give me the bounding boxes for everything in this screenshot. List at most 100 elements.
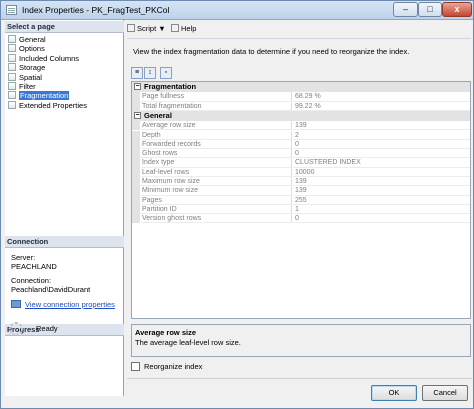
property-name: Minimum row size: [141, 186, 292, 196]
select-page-heading: Select a page: [5, 21, 124, 33]
property-row[interactable]: Version ghost rows 0: [132, 214, 470, 224]
connection-properties-icon: [11, 300, 21, 308]
connection-heading: Connection: [5, 236, 124, 248]
page-item-included-columns[interactable]: Included Columns: [8, 53, 123, 63]
property-name: Ghost rows: [141, 149, 292, 159]
property-value: CLUSTERED INDEX: [293, 158, 470, 168]
script-dropdown-icon[interactable]: ▼: [158, 24, 165, 33]
property-value: 255: [293, 196, 470, 205]
page-icon: [8, 91, 16, 100]
property-name: Maximum row size: [141, 177, 292, 187]
property-pages-icon[interactable]: ▫: [160, 67, 172, 79]
property-value: 2: [293, 131, 470, 140]
script-icon: [127, 24, 135, 32]
page-item-label: Filter: [19, 82, 36, 91]
property-row[interactable]: Pages 255: [132, 195, 470, 205]
row-gutter: [132, 167, 140, 177]
left-pane: Select a page General Options Included Col…: [5, 20, 124, 396]
view-connection-properties-link[interactable]: View connection properties: [11, 300, 115, 309]
page-item-label: General: [19, 35, 46, 44]
progress-spinner-icon: [9, 322, 23, 336]
script-label: Script: [137, 24, 157, 33]
page-icon: [8, 53, 16, 62]
property-row[interactable]: Index type CLUSTERED INDEX: [132, 158, 470, 168]
script-button[interactable]: Script ▼: [127, 22, 166, 35]
cancel-button[interactable]: Cancel: [422, 385, 468, 401]
property-value: 1: [293, 205, 470, 215]
grid-category-fragmentation[interactable]: − Fragmentation: [132, 82, 470, 92]
property-help-panel: Average row size The average leaf-level …: [131, 324, 471, 357]
connection-value: Peachland\DavidDurant: [11, 285, 91, 294]
page-icon: [8, 72, 16, 81]
close-button[interactable]: x: [442, 2, 472, 17]
help-label: Help: [181, 24, 197, 33]
row-gutter: [132, 177, 140, 187]
page-item-fragmentation[interactable]: Fragmentation: [8, 91, 123, 101]
dialog-icon: [6, 5, 17, 15]
collapse-icon[interactable]: −: [134, 111, 141, 119]
page-item-extended-properties[interactable]: Extended Properties: [8, 100, 123, 110]
property-value: 0: [293, 214, 470, 224]
page-item-label: Fragmentation: [19, 91, 70, 101]
property-name: Page fullness: [141, 92, 292, 102]
row-gutter: [132, 130, 140, 140]
reorganize-index-checkbox[interactable]: [131, 362, 140, 371]
page-item-filter[interactable]: Filter: [8, 82, 123, 91]
page-item-spatial[interactable]: Spatial: [8, 72, 123, 82]
property-name: Leaf-level rows: [141, 167, 292, 177]
property-name: Forwarded records: [141, 139, 292, 150]
help-icon: [171, 24, 179, 32]
row-gutter: [132, 158, 140, 168]
page-item-label: Included Columns: [19, 53, 80, 63]
property-grid-toolbar: ≡ ↕ ▫: [131, 67, 191, 79]
connection-label: Connection:: [11, 276, 52, 285]
property-name: Partition ID: [141, 204, 292, 215]
grid-category-label: Fragmentation: [144, 82, 197, 91]
property-row[interactable]: Leaf-level rows 10000: [132, 167, 470, 177]
property-row[interactable]: Forwarded records 0: [132, 139, 470, 150]
row-gutter: [132, 195, 140, 205]
property-name: Version ghost rows: [141, 214, 292, 224]
property-value: 0: [293, 140, 470, 150]
title-bar[interactable]: Index Properties - PK_FragTest_PKCol – □…: [1, 1, 473, 20]
row-gutter: [132, 92, 140, 102]
page-icon: [8, 100, 16, 109]
reorganize-index-label: Reorganize index: [144, 362, 203, 371]
property-grid[interactable]: − Fragmentation Page fullness 68.29 % Total …: [131, 81, 471, 319]
page-item-general[interactable]: General: [8, 35, 123, 44]
footer-divider: [127, 378, 472, 379]
property-value: 68.29 %: [293, 92, 470, 102]
page-icon: [8, 35, 16, 43]
property-row[interactable]: Depth 2: [132, 130, 470, 140]
row-gutter: [132, 204, 140, 215]
minimize-button[interactable]: –: [393, 2, 418, 17]
categorized-sort-icon[interactable]: ≡: [131, 67, 143, 79]
property-value: 99.22 %: [293, 102, 470, 111]
property-row[interactable]: Total fragmentation 99.22 %: [132, 101, 470, 111]
help-button[interactable]: Help: [171, 22, 196, 35]
property-row[interactable]: Page fullness 68.29 %: [132, 92, 470, 102]
page-item-storage[interactable]: Storage: [8, 63, 123, 72]
page-icon: [8, 63, 16, 72]
property-row[interactable]: Minimum row size 139: [132, 186, 470, 196]
property-name: Average row size: [141, 121, 292, 131]
page-item-label: Spatial: [19, 72, 42, 82]
reorganize-index-option[interactable]: Reorganize index: [131, 362, 202, 371]
page-item-label: Storage: [19, 63, 46, 73]
page-description: View the index fragmentation data to det…: [133, 47, 410, 56]
property-row[interactable]: Maximum row size 139: [132, 177, 470, 187]
window-title: Index Properties - PK_FragTest_PKCol: [22, 5, 170, 15]
toolbar-divider: [127, 38, 471, 39]
alphabetical-sort-icon[interactable]: ↕: [144, 67, 156, 79]
maximize-button[interactable]: □: [418, 2, 442, 17]
page-item-options[interactable]: Options: [8, 44, 123, 53]
property-name: Index type: [141, 158, 292, 168]
property-name: Total fragmentation: [141, 101, 292, 111]
grid-category-general[interactable]: − General: [132, 110, 470, 121]
property-row[interactable]: Average row size 139: [132, 121, 470, 131]
property-row[interactable]: Partition ID 1: [132, 204, 470, 215]
ok-button[interactable]: OK: [371, 385, 417, 401]
property-value: 139: [293, 121, 470, 131]
collapse-icon[interactable]: −: [134, 83, 141, 90]
property-row[interactable]: Ghost rows 0: [132, 149, 470, 159]
